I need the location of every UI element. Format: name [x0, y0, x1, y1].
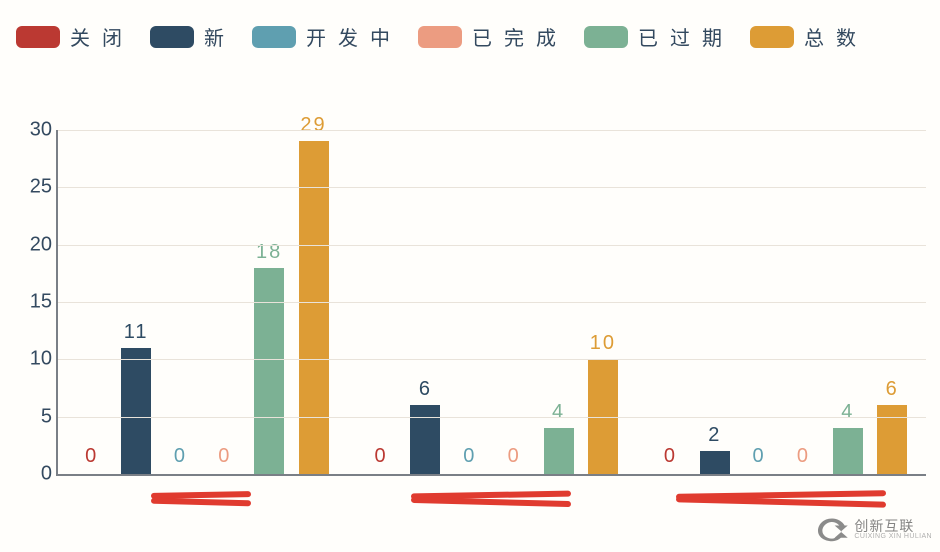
legend-label: 已过期 [638, 22, 734, 51]
bar-value-label: 0 [463, 445, 476, 468]
legend-swatch [16, 26, 60, 48]
bar-rect [700, 451, 730, 474]
y-tick-label: 0 [12, 463, 52, 486]
legend-item: 总数 [750, 22, 856, 51]
watermark: 创新互联 CUIXING XIN HULIAN [814, 512, 932, 546]
legend-swatch [418, 26, 462, 48]
redaction-mark [151, 490, 251, 508]
bar: 11 [121, 348, 151, 474]
x-axis-label [56, 490, 346, 530]
redaction-mark [411, 490, 571, 508]
legend-swatch [584, 26, 628, 48]
bar-rect [877, 405, 907, 474]
legend-label: 已完成 [472, 22, 568, 51]
y-tick-label: 30 [12, 119, 52, 142]
bar-value-label: 6 [419, 378, 432, 401]
bar: 29 [299, 141, 329, 474]
legend-label: 新 [204, 22, 236, 51]
gridline [58, 187, 926, 188]
bar-value-label: 0 [174, 445, 187, 468]
legend-item: 开发中 [252, 22, 390, 51]
y-tick-label: 10 [12, 348, 52, 371]
watermark-logo-icon [814, 515, 850, 543]
legend-label: 总数 [804, 22, 868, 51]
bar-value-label: 2 [708, 424, 721, 447]
bar-value-label: 0 [85, 445, 98, 468]
legend-item: 已完成 [418, 22, 556, 51]
bar-value-label: 0 [664, 445, 677, 468]
redaction-mark [676, 490, 886, 508]
bar-value-label: 6 [886, 378, 899, 401]
y-tick-label: 25 [12, 176, 52, 199]
bar: 2 [700, 451, 730, 474]
y-tick-label: 15 [12, 291, 52, 314]
x-axis-labels [56, 490, 926, 530]
bar-rect [544, 428, 574, 474]
gridline [58, 359, 926, 360]
watermark-text-cn: 创新互联 [854, 519, 932, 533]
legend-swatch [150, 26, 194, 48]
bar: 6 [410, 405, 440, 474]
legend-item: 已过期 [584, 22, 722, 51]
gridline [58, 245, 926, 246]
legend-label: 开发中 [306, 22, 402, 51]
legend-swatch [750, 26, 794, 48]
watermark-text: 创新互联 CUIXING XIN HULIAN [854, 519, 932, 540]
legend-item: 关闭 [16, 22, 122, 51]
legend-label: 关闭 [70, 22, 134, 51]
bar-value-label: 0 [753, 445, 766, 468]
bar-value-label: 29 [300, 114, 326, 137]
bar-value-label: 0 [375, 445, 388, 468]
bar-value-label: 4 [552, 401, 565, 424]
bar-rect [833, 428, 863, 474]
bar: 4 [833, 428, 863, 474]
bar: 18 [254, 268, 284, 474]
bar: 4 [544, 428, 574, 474]
bar-value-label: 11 [124, 321, 149, 344]
legend-item: 新 [150, 22, 224, 51]
bar-value-label: 4 [841, 401, 854, 424]
gridline [58, 130, 926, 131]
gridline [58, 417, 926, 418]
bar-rect [121, 348, 151, 474]
bar: 6 [877, 405, 907, 474]
legend: 关闭 新 开发中 已完成 已过期 总数 [16, 22, 930, 55]
bar-value-label: 10 [590, 332, 616, 355]
chart-plot-area: 011001829 0600410 020046 051015202530 [56, 130, 926, 476]
bar-value-label: 0 [797, 445, 810, 468]
legend-swatch [252, 26, 296, 48]
bar-rect [410, 405, 440, 474]
bar-value-label: 0 [508, 445, 521, 468]
gridline [58, 302, 926, 303]
x-axis-label [346, 490, 636, 530]
bar-value-label: 0 [218, 445, 231, 468]
bar-rect [299, 141, 329, 474]
bar-rect [254, 268, 284, 474]
y-tick-label: 20 [12, 233, 52, 256]
watermark-text-en: CUIXING XIN HULIAN [854, 533, 932, 540]
y-tick-label: 5 [12, 405, 52, 428]
